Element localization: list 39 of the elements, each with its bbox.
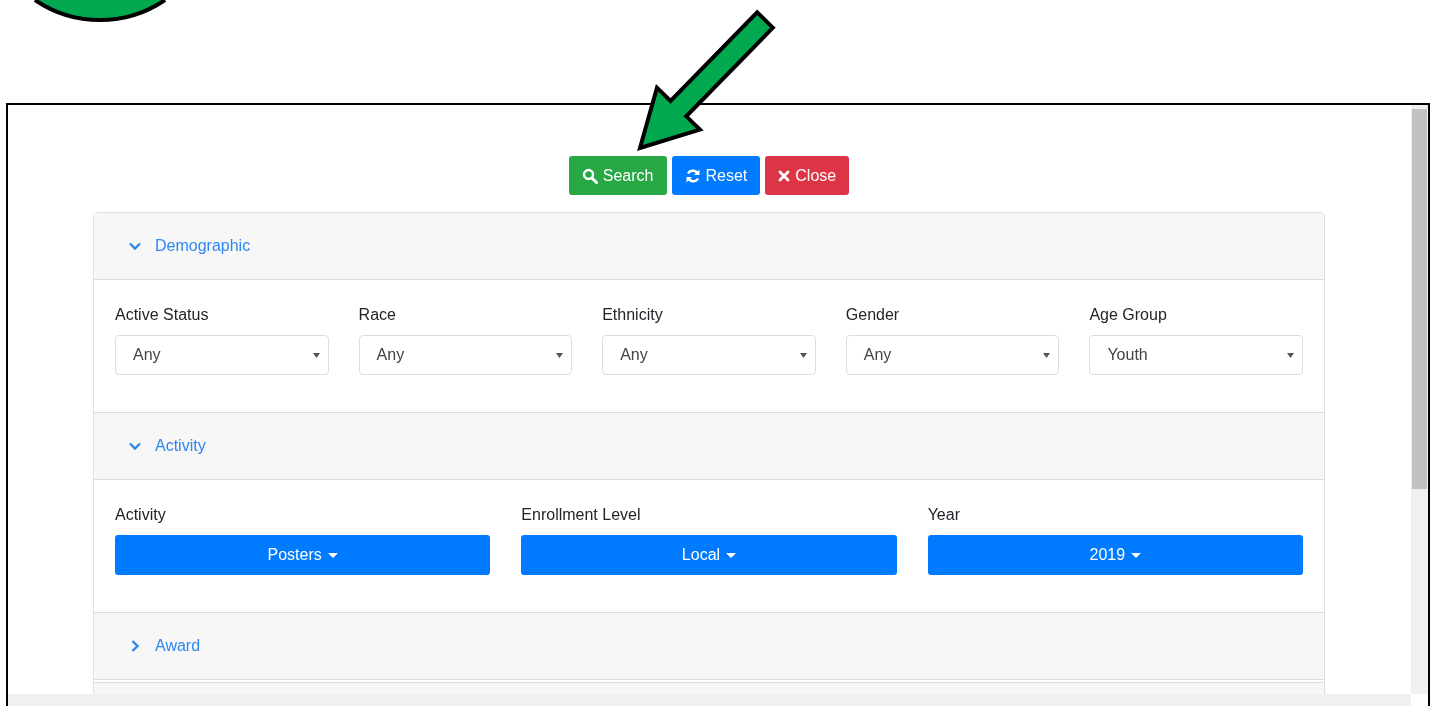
dropdown-button[interactable]: 2019 [927,535,1303,575]
field-label: Ethnicity [602,305,663,325]
section-title[interactable]: Award [155,637,201,655]
scroll-thumb[interactable] [1412,109,1427,489]
dropdown-arrow-icon [799,352,807,358]
vertical-scrollbar[interactable] [1411,105,1428,694]
field-label: Gender [845,305,900,325]
field-label: Activity [115,505,166,525]
close-icon [778,169,791,182]
select-field[interactable]: Any [358,335,573,375]
section-title[interactable]: Activity [155,437,206,455]
dropdown-arrow-icon [556,352,564,358]
select-field[interactable]: Any [602,335,816,375]
dropdown-button[interactable]: Posters [115,535,491,575]
section-header[interactable]: Demographic [94,213,1324,280]
section-header[interactable]: Activity [94,413,1324,480]
select-field[interactable]: Any [115,335,329,375]
dropdown-arrow-icon [312,352,320,358]
field-label: Age Group [1089,305,1167,325]
refresh-icon [684,167,701,184]
caret-icon [1131,552,1142,558]
field-label: Year [927,505,960,525]
horizontal-scrollbar[interactable] [8,694,1411,706]
search-icon [581,167,598,184]
caret-icon [726,552,737,558]
field-label: Active Status [115,305,209,325]
close-button[interactable]: Close [765,156,850,195]
reset-button[interactable]: Reset [671,156,761,195]
dropdown-arrow-icon [1287,352,1294,358]
search-button[interactable]: Search [568,156,667,195]
select-field[interactable]: Any [845,335,1060,375]
section-title[interactable]: Demographic [155,237,251,255]
select-field[interactable]: Youth [1089,335,1303,375]
field-label: Race [358,305,396,325]
field-label: Enrollment Level [521,505,641,525]
dropdown-button[interactable]: Local [521,535,897,575]
section-header[interactable]: Award [94,613,1324,680]
dropdown-arrow-icon [1043,352,1051,358]
caret-icon [327,552,338,558]
